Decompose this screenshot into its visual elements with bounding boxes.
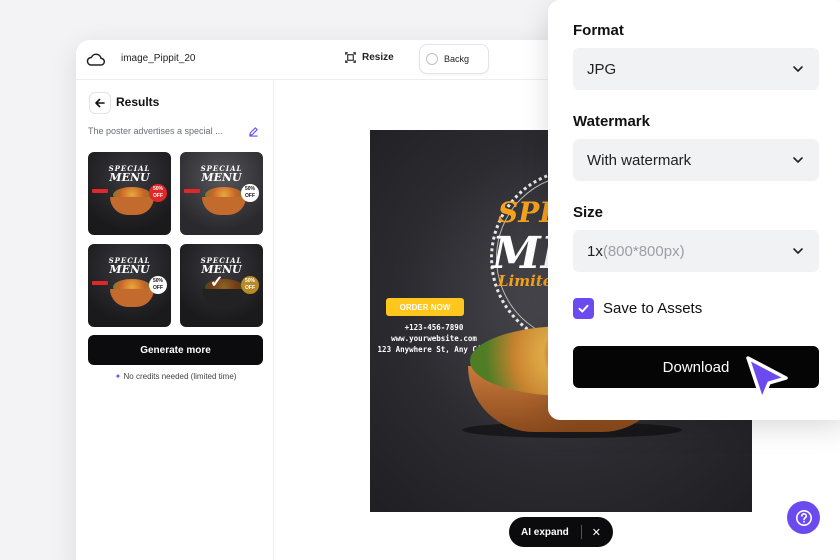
- chevron-down-icon: [793, 157, 803, 163]
- result-thumbnail[interactable]: SPECIAL MENU 50% OFF: [88, 152, 171, 235]
- save-to-assets-label: Save to Assets: [603, 300, 703, 317]
- save-to-assets-checkbox[interactable]: [573, 298, 594, 319]
- poster-phone: +123-456-7890: [404, 323, 464, 332]
- thumbnail-title: SPECIAL MENU: [88, 256, 171, 276]
- ai-expand-button[interactable]: AI expand: [521, 527, 569, 538]
- size-hint: (800*800px): [602, 242, 685, 260]
- thumbnail-title-main: MENU: [109, 263, 150, 276]
- result-thumbnails: SPECIAL MENU 50% OFF SPECIAL MENU 50% OFF …: [88, 152, 263, 327]
- edit-pencil-icon[interactable]: [248, 126, 259, 137]
- thumbnail-tag: [92, 281, 108, 285]
- discount-badge: 50% OFF: [241, 276, 259, 294]
- generate-more-button[interactable]: Generate more: [88, 335, 263, 365]
- result-thumbnail[interactable]: SPECIAL MENU 50% OFF: [180, 152, 263, 235]
- format-label: Format: [573, 22, 624, 39]
- ai-expand-bar: AI expand ✕: [509, 517, 613, 547]
- download-panel: Format JPG Watermark With watermark Size…: [548, 0, 840, 420]
- bowl-image: [110, 197, 154, 215]
- poster-website: www.yourwebsite.com: [391, 334, 477, 343]
- thumbnail-title: SPECIAL MENU: [180, 164, 263, 184]
- poster-order-button: ORDER NOW: [386, 298, 464, 316]
- watermark-select[interactable]: With watermark: [573, 139, 819, 181]
- bowl-image: [202, 289, 246, 307]
- thumbnail-title-main: MENU: [201, 171, 242, 184]
- watermark-value: With watermark: [587, 151, 692, 169]
- checkmark-icon: [578, 304, 589, 313]
- pointer-cursor-icon: [746, 356, 788, 402]
- size-value: 1x: [587, 242, 603, 260]
- help-button[interactable]: [787, 501, 820, 534]
- discount-badge: 50% OFF: [149, 276, 167, 294]
- credits-note: ✦ No credits needed (limited time): [88, 372, 263, 381]
- selected-check-icon: ✓: [210, 274, 224, 291]
- chevron-down-icon: [793, 66, 803, 72]
- background-button[interactable]: Backg: [419, 44, 489, 74]
- result-thumbnail-selected[interactable]: SPECIAL MENU 50% OFF ✓: [180, 244, 263, 327]
- background-swatch-icon: [426, 53, 438, 65]
- background-label: Backg: [444, 54, 470, 64]
- close-icon[interactable]: ✕: [592, 526, 601, 539]
- resize-button[interactable]: Resize: [344, 51, 394, 64]
- divider: [580, 525, 582, 539]
- discount-badge: 50% OFF: [241, 184, 259, 202]
- size-label: Size: [573, 204, 604, 221]
- sparkle-icon: ✦: [114, 372, 122, 381]
- thumbnail-title-main: MENU: [109, 171, 150, 184]
- discount-badge: 50% OFF: [149, 184, 167, 202]
- bowl-image: [110, 289, 154, 307]
- thumbnail-title: SPECIAL MENU: [88, 164, 171, 184]
- resize-icon: [345, 52, 356, 63]
- result-thumbnail[interactable]: SPECIAL MENU 50% OFF: [88, 244, 171, 327]
- chevron-down-icon: [793, 248, 803, 254]
- watermark-label: Watermark: [573, 113, 650, 130]
- bowl-image: [202, 197, 246, 215]
- resize-label: Resize: [362, 52, 394, 63]
- size-select[interactable]: 1x (800*800px): [573, 230, 819, 272]
- thumbnail-tag: [184, 189, 200, 193]
- question-mark-icon: [795, 509, 812, 526]
- format-value: JPG: [587, 60, 617, 78]
- save-to-assets-row[interactable]: Save to Assets: [573, 298, 702, 319]
- prompt-text[interactable]: The poster advertises a special ...: [88, 126, 240, 136]
- sidebar-content: The poster advertises a special ... SPEC…: [76, 40, 274, 560]
- credits-note-text: No credits needed (limited time): [123, 372, 237, 381]
- thumbnail-tag: [92, 189, 108, 193]
- format-select[interactable]: JPG: [573, 48, 819, 90]
